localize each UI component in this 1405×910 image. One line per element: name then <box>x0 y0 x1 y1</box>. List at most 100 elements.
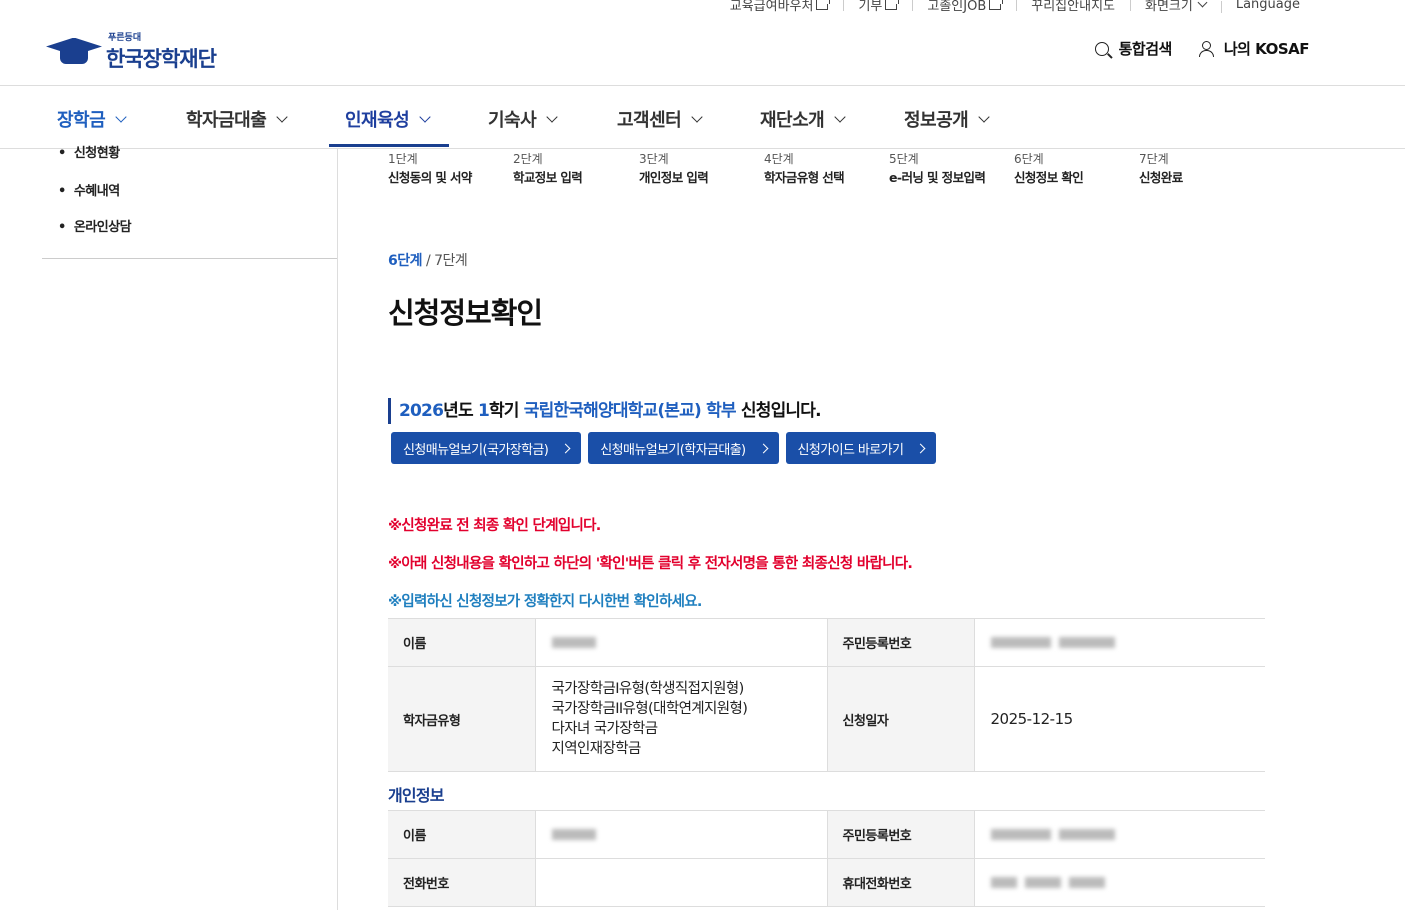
step-title: e-러닝 및 정보입력 <box>889 170 986 185</box>
search-icon <box>1094 41 1109 56</box>
site-logo[interactable]: 푸른등대 한국장학재단 <box>46 30 217 73</box>
step-title: 신청완료 <box>1139 170 1183 185</box>
nav-dorm[interactable]: 기숙사 <box>488 106 558 132</box>
search-button[interactable]: 통합검색 <box>1094 38 1173 59</box>
total-steps: / 7단계 <box>425 253 468 269</box>
guide-button[interactable]: 신청가이드 바로가기 <box>785 432 937 464</box>
nav-talent[interactable]: 인재육성 <box>345 106 431 132</box>
warning-confirm-instruction: ※아래 신청내용을 확인하고 하단의 '확인'버튼 클릭 후 전자서명을 통한 … <box>388 556 913 572</box>
table-row: 이름 주민등록번호 <box>388 810 1265 859</box>
phone-label: 전화번호 <box>388 858 535 907</box>
step-number: 6단계 <box>1014 152 1044 166</box>
step-title: 신청정보 확인 <box>1014 170 1084 185</box>
warning-final-step: ※신청완료 전 최종 확인 단계입니다. <box>388 518 601 534</box>
my-kosaf-label: 나의 KOSAF <box>1223 40 1310 58</box>
user-icon <box>1198 40 1214 57</box>
personal-name-label: 이름 <box>388 810 535 859</box>
util-link-donate[interactable]: 기부 <box>843 0 912 14</box>
name-value-blurred <box>534 618 827 667</box>
nav-loan[interactable]: 학자금대출 <box>186 106 288 132</box>
step-number: 5단계 <box>889 152 919 166</box>
guide-label: 신청가이드 바로가기 <box>797 442 904 458</box>
step-title: 학자금유형 선택 <box>764 170 845 185</box>
graduation-cap-logo-icon <box>46 34 106 70</box>
nav-disclosure[interactable]: 정보공개 <box>904 106 990 132</box>
util-link-voucher[interactable]: 교육급여바우처 <box>715 0 844 14</box>
nav-about-label: 재단소개 <box>760 110 825 131</box>
step-3: 3단계개인정보 입력 <box>639 150 759 186</box>
personal-rrn-value-blurred <box>973 810 1265 859</box>
chevron-right-icon <box>560 443 571 453</box>
manual-loan-label: 신청매뉴얼보기(학자금대출) <box>600 442 746 458</box>
logo-tagline: 푸른등대 <box>108 33 142 43</box>
phone-value <box>534 858 827 907</box>
step-title: 개인정보 입력 <box>639 170 709 185</box>
manual-loan-button[interactable]: 신청매뉴얼보기(학자금대출) <box>588 432 779 464</box>
nav-customer[interactable]: 고객센터 <box>617 106 703 132</box>
side-item-status-label: 신청현황 <box>73 146 120 161</box>
side-item-consult-label: 온라인상담 <box>73 220 132 235</box>
current-step: 6단계 <box>388 253 423 269</box>
chevron-right-icon <box>758 443 768 453</box>
chevron-down-icon <box>546 110 558 123</box>
chevron-down-icon <box>276 110 288 123</box>
side-item-status[interactable]: 신청현황 <box>58 142 120 161</box>
manual-national-button[interactable]: 신청매뉴얼보기(국가장학금) <box>391 432 582 464</box>
nav-disclosure-label: 정보공개 <box>904 110 969 131</box>
nav-customer-label: 고객센터 <box>617 110 682 131</box>
nav-divider <box>0 148 1405 149</box>
type-item: 다자녀 국가장학금 <box>551 721 659 737</box>
chevron-down-icon <box>978 110 990 123</box>
util-voucher-label: 교육급여바우처 <box>729 0 814 14</box>
step-number: 3단계 <box>639 152 669 166</box>
personal-table: 이름 주민등록번호 전화번호 휴대전화번호 <box>388 810 1265 907</box>
nav-about[interactable]: 재단소개 <box>760 106 846 132</box>
manual-national-label: 신청매뉴얼보기(국가장학금) <box>403 442 549 458</box>
util-dreamhouse-label: 꾸리집안내지도 <box>1031 0 1115 14</box>
application-notice: 2026년도 1학기 국립한국해양대학교(본교) 학부 신청입니다. <box>388 398 822 424</box>
personal-rrn-label: 주민등록번호 <box>826 810 974 859</box>
warning-verify-info: ※입력하신 신청정보가 정확한지 다시한번 확인하세요. <box>388 594 702 610</box>
nav-scholarship-label: 장학금 <box>57 110 106 131</box>
mobile-label: 휴대전화번호 <box>826 858 974 907</box>
my-kosaf-button[interactable]: 나의 KOSAF <box>1198 38 1310 59</box>
type-values: 국가장학금I유형(학생직접지원형) 국가장학금II유형(대학연계지원형) 다자녀… <box>534 666 827 772</box>
step-indicator: 6단계 / 7단계 <box>388 250 468 270</box>
chevron-down-icon <box>115 110 127 123</box>
step-6: 6단계신청정보 확인 <box>1014 150 1134 186</box>
date-value: 2025-12-15 <box>973 666 1265 772</box>
type-item: 국가장학금II유형(대학연계지원형) <box>551 701 748 717</box>
external-link-icon <box>989 0 1004 10</box>
type-label: 학자금유형 <box>388 666 535 772</box>
util-language[interactable]: Language <box>1220 0 1315 13</box>
util-job-label: 고졸인JOB <box>927 0 987 14</box>
util-link-dreamhouse[interactable]: 꾸리집안내지도 <box>1016 0 1130 14</box>
side-item-consult[interactable]: 온라인상담 <box>58 216 132 235</box>
step-7: 7단계신청완료 <box>1139 150 1259 186</box>
util-screen-size[interactable]: 화면크기 <box>1130 0 1221 14</box>
search-label: 통합검색 <box>1118 40 1173 58</box>
nav-scholarship[interactable]: 장학금 <box>57 106 127 132</box>
personal-name-value-blurred <box>534 810 827 859</box>
notice-year-suffix: 년도 <box>443 401 473 421</box>
step-number: 7단계 <box>1139 152 1169 166</box>
external-link-icon <box>885 0 900 10</box>
side-item-benefits[interactable]: 수혜내역 <box>58 180 120 199</box>
util-link-job[interactable]: 고졸인JOB <box>912 0 1016 14</box>
util-language-label: Language <box>1235 0 1300 12</box>
step-2: 2단계 학교정보 입력 <box>513 150 633 186</box>
rrn-label: 주민등록번호 <box>826 618 974 667</box>
table-row: 학자금유형 국가장학금I유형(학생직접지원형) 국가장학금II유형(대학연계지원… <box>388 666 1265 772</box>
side-menu-divider <box>42 258 338 259</box>
notice-tail: 신청입니다. <box>740 401 822 421</box>
main-nav: 장학금 학자금대출 인재육성 기숙사 고객센터 재단소개 정보공개 <box>0 86 1405 148</box>
util-screen-size-label: 화면크기 <box>1145 0 1193 14</box>
personal-section-title: 개인정보 <box>388 786 444 805</box>
content-divider <box>337 148 338 910</box>
type-item: 국가장학금I유형(학생직접지원형) <box>551 681 745 697</box>
page-title: 신청정보확인 <box>388 296 543 330</box>
utility-links: 교육급여바우처 기부 고졸인JOB 꾸리집안내지도 화면크기 Language <box>715 0 1315 14</box>
table-row: 이름 주민등록번호 <box>388 618 1265 667</box>
step-5: 5단계 e-러닝 및 정보입력 <box>889 150 1009 186</box>
step-number: 2단계 <box>513 152 543 166</box>
